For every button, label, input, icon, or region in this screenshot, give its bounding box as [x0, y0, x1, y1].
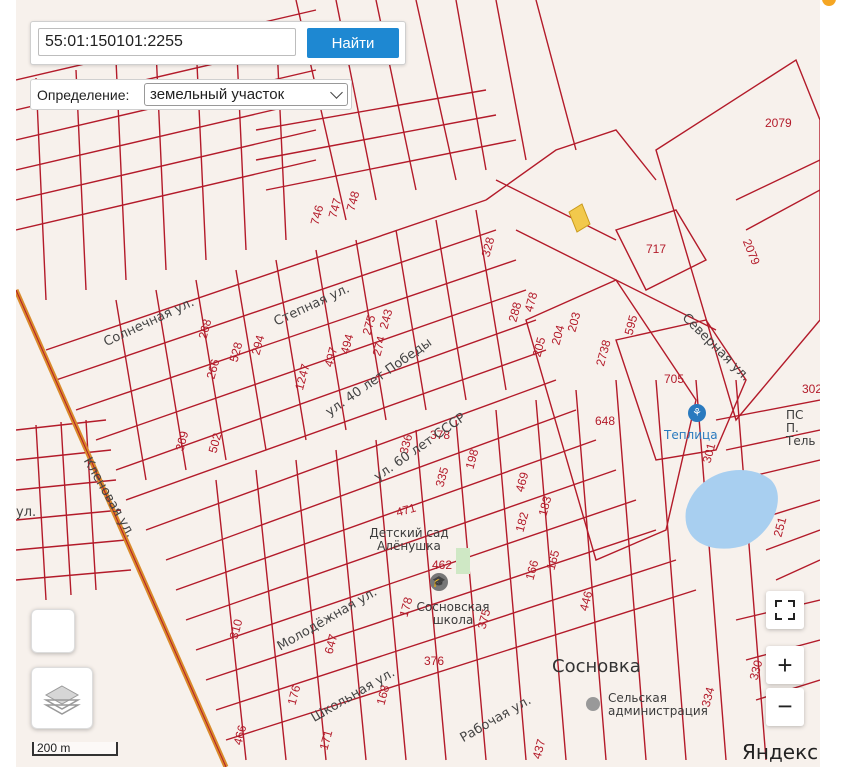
zoom-out-button[interactable]: − [766, 688, 804, 726]
village-name-label: Сосновка [552, 656, 641, 677]
parcel-label: 302 [802, 382, 820, 396]
parcel-label: 376 [424, 654, 445, 668]
administration-icon[interactable] [586, 697, 600, 711]
school-label[interactable]: Сосновская школа [408, 601, 498, 627]
fullscreen-icon [775, 600, 795, 620]
administration-label[interactable]: Сельская администрация [608, 692, 708, 718]
yandex-logo[interactable]: Яндекс [742, 740, 818, 764]
kindergarten-label[interactable]: Детский сад Алёнушка [364, 527, 454, 553]
scale-bar: 200 m [32, 742, 118, 756]
street-label: ул. [16, 505, 37, 520]
greenhouse-icon[interactable]: ⚘ [688, 404, 706, 422]
cadastral-search-panel: Найти [30, 21, 406, 65]
definition-panel: Определение: земельный участок [30, 79, 352, 110]
layers-button[interactable] [31, 667, 93, 729]
definition-label: Определение: [37, 87, 130, 103]
page-margin [820, 0, 847, 767]
school-icon[interactable]: 🎓 [430, 573, 448, 591]
cadastral-parcels-layer [16, 0, 820, 767]
layers-icon [43, 685, 81, 715]
definition-selected-value: земельный участок [150, 86, 285, 103]
find-button[interactable]: Найти [307, 28, 399, 58]
chevron-down-icon [330, 86, 343, 99]
substation-label[interactable]: ПС П. Тель [786, 409, 820, 448]
parcel-label: 462 [432, 558, 453, 572]
parcel-label: 717 [646, 242, 667, 256]
cadastral-number-input[interactable] [38, 28, 296, 56]
greenhouse-label[interactable]: Теплица [664, 429, 718, 442]
parcel-label: 648 [595, 414, 616, 428]
definition-select[interactable]: земельный участок [144, 83, 348, 106]
fullscreen-button[interactable] [766, 591, 804, 629]
map-canvas[interactable]: 2079 2079 717 705 648 595 328 478 288 20… [16, 0, 820, 767]
zoom-in-button[interactable]: + [766, 646, 804, 684]
ruler-button[interactable] [31, 609, 75, 653]
parcel-label: 2079 [765, 116, 792, 130]
parcel-label: 705 [664, 372, 685, 386]
